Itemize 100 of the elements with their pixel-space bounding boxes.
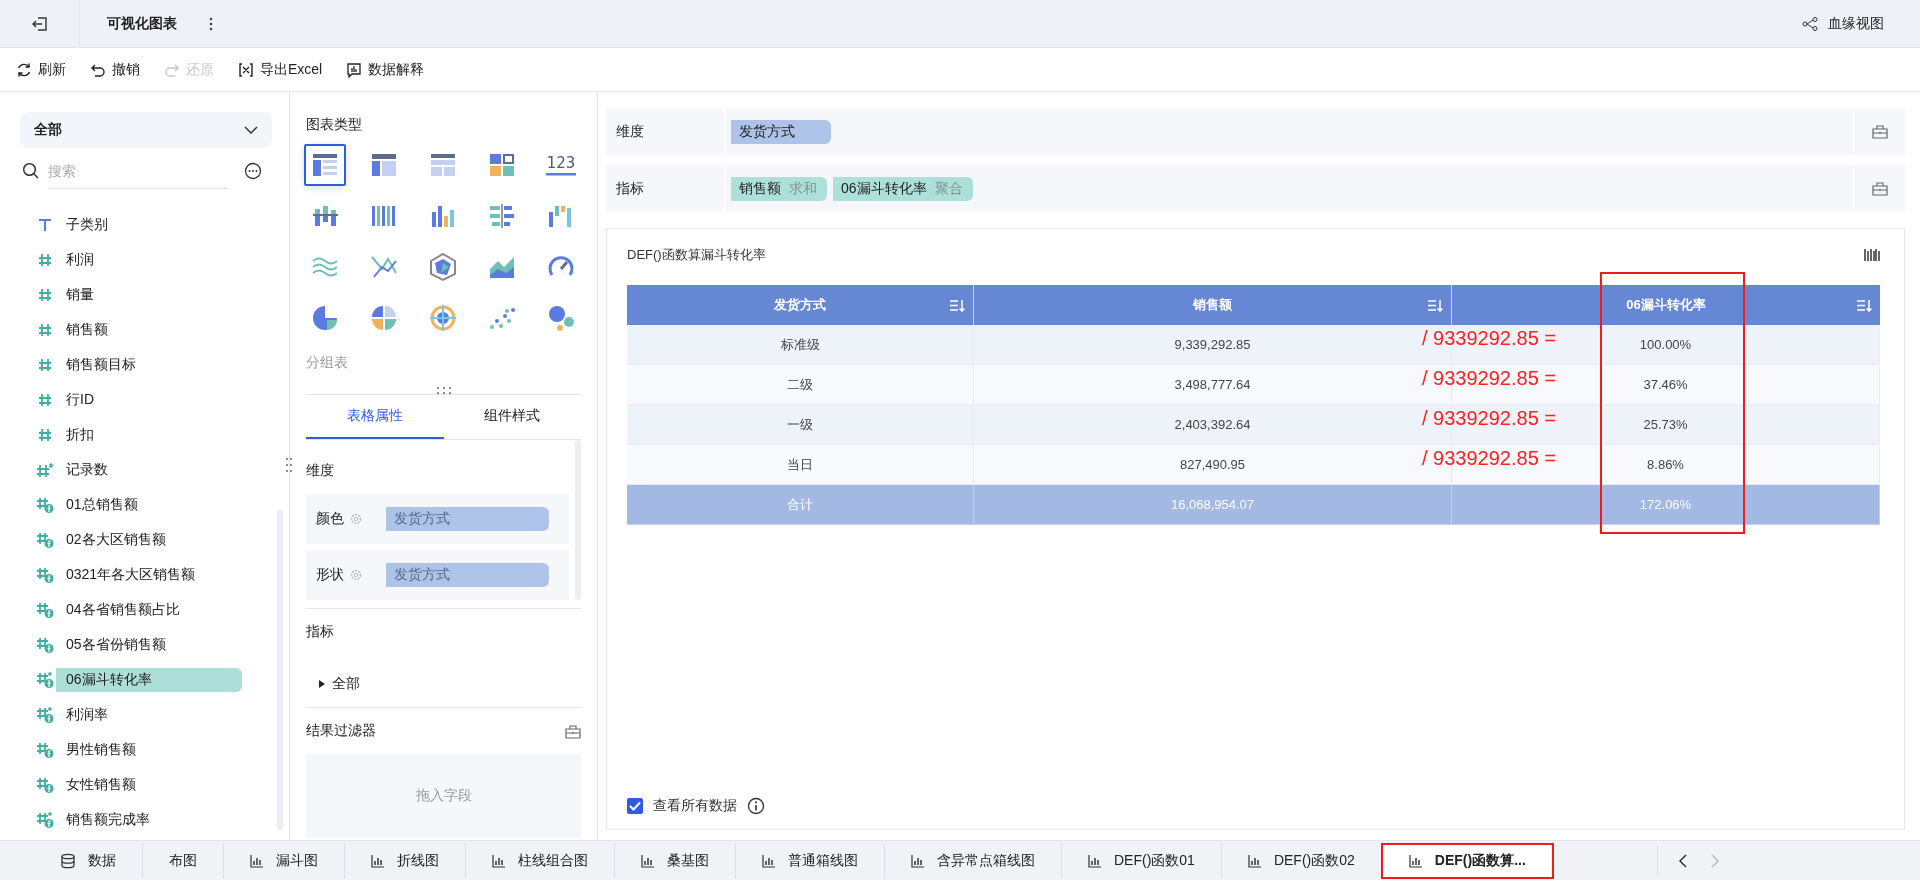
field-item[interactable]: 记录数 (56, 457, 242, 482)
more-options-icon[interactable] (244, 162, 262, 180)
field-item[interactable]: 男性销售额 (56, 737, 242, 762)
field-item[interactable]: 01总销售额 (56, 492, 242, 517)
toolbar-button[interactable]: 刷新 (16, 60, 66, 79)
field-item[interactable]: 销售额目标 (56, 352, 242, 377)
annotation-text: / 9339292.85 = (1422, 327, 1556, 350)
number-field-icon (36, 427, 54, 442)
resize-handle-icon[interactable] (286, 457, 292, 473)
property-label: 形状 (316, 566, 345, 584)
field-item[interactable]: 销量 (56, 282, 242, 307)
calculated-field-icon (36, 531, 54, 548)
field-group-dropdown[interactable]: 全部 (20, 112, 272, 148)
field-item[interactable]: 子类别 (56, 212, 242, 237)
field-chip[interactable]: 06漏斗转化率 聚合 (833, 176, 973, 201)
calculated-field-icon (36, 496, 54, 513)
previous-icon[interactable] (1678, 853, 1688, 868)
calculated-field-icon (36, 776, 54, 793)
sort-icon[interactable] (949, 298, 965, 312)
sheet-tab[interactable]: 含异常点箱线图 (884, 842, 1061, 879)
field-item[interactable]: 利润 (56, 247, 242, 272)
bar-chart-icon (250, 853, 264, 868)
shelf-label: 指标 (606, 165, 726, 212)
field-item[interactable]: 05各省份销售额 (56, 632, 242, 657)
field-item[interactable]: 行ID (56, 387, 242, 412)
bar-chart-icon (1088, 853, 1102, 868)
sheet-tab[interactable]: DEF()函数02 (1220, 842, 1381, 879)
exit-icon[interactable] (30, 14, 49, 33)
field-item[interactable]: 折扣 (56, 422, 242, 447)
sheet-tab[interactable]: 桑基图 (614, 842, 735, 879)
chart-type-option[interactable] (304, 144, 346, 186)
search-icon (22, 162, 40, 180)
sheet-tab[interactable]: DEF()函数算... (1380, 842, 1554, 879)
aggregate-calculated-field-icon (36, 671, 54, 688)
sheet-tab[interactable]: DEF()函数01 (1061, 842, 1221, 879)
target-icon (427, 302, 459, 334)
refresh-icon (16, 61, 32, 78)
bar-chart-icon (371, 853, 385, 868)
calculated-field-icon (36, 636, 54, 653)
info-icon[interactable] (747, 797, 765, 815)
bar-chart-icon (762, 853, 776, 868)
bar-chart-icon (911, 853, 925, 868)
property-tab[interactable]: 组件样式 (443, 395, 581, 439)
checkbox[interactable] (627, 798, 643, 814)
number-field-icon (36, 322, 54, 337)
field-item[interactable]: 女性销售额 (56, 772, 242, 797)
sheet-tab[interactable]: 漏斗图 (223, 842, 344, 879)
field-item[interactable]: 04各省销售额占比 (56, 597, 242, 622)
bar-chart-icon (641, 853, 655, 868)
bar-chart-icon (1408, 853, 1423, 868)
aggregate-calculated-field-icon (36, 811, 54, 828)
lineage-view-button[interactable]: 血缘视图 (1802, 14, 1884, 33)
number-field-icon (36, 252, 54, 267)
chart-comment-icon (346, 61, 363, 78)
annotation-text: / 9339292.85 = (1422, 407, 1556, 430)
sort-icon[interactable] (1427, 298, 1443, 312)
aggregate-calculated-field-icon (36, 706, 54, 723)
toolbox-icon[interactable] (1872, 181, 1888, 196)
more-icon[interactable] (209, 16, 213, 31)
total-cell: 16,068,954.07 (974, 485, 1452, 525)
section-title: 指标 (306, 623, 335, 641)
toolbar-button[interactable]: 撤销 (90, 60, 140, 79)
database-icon (60, 852, 76, 869)
field-item[interactable]: 销售额完成率 (56, 807, 242, 832)
property-tab[interactable]: 表格属性 (306, 395, 444, 439)
sheet-tab[interactable]: 普通箱线图 (735, 842, 884, 879)
barcode-chart-icon[interactable] (1864, 248, 1880, 262)
number-field-icon (36, 357, 54, 372)
field-chip[interactable]: 销售额 求和 (731, 176, 827, 201)
tree-node[interactable]: 全部 (306, 675, 581, 693)
number-field-icon (36, 287, 54, 302)
bar-chart-icon (1247, 853, 1262, 868)
field-item[interactable]: 销售额 (56, 317, 242, 342)
triangle-icon (318, 679, 326, 689)
lineage-icon (1802, 16, 1818, 31)
field-item[interactable]: 利润率 (56, 702, 242, 727)
toolbox-icon[interactable] (565, 723, 581, 739)
section-title: 结果过滤器 (306, 722, 376, 740)
sort-icon[interactable] (1856, 298, 1872, 312)
annotation-text: / 9339292.85 = (1422, 447, 1556, 470)
checkmark-icon (629, 801, 641, 811)
chart-type-name: 分组表 (306, 354, 349, 372)
sheet-tab[interactable]: 数据 (40, 842, 142, 879)
toolbar-button[interactable]: 导出Excel (238, 60, 323, 79)
field-item[interactable]: 02各大区销售额 (56, 527, 242, 552)
field-item[interactable]: 06漏斗转化率 (56, 667, 242, 692)
field-chip[interactable]: 发货方式 (731, 119, 831, 144)
toolbox-icon[interactable] (1872, 124, 1888, 139)
count-field-icon (36, 461, 54, 478)
field-item[interactable]: 0321年各大区销售额 (56, 562, 242, 587)
resize-handle-icon[interactable] (435, 386, 452, 394)
sheet-tab[interactable]: 布图 (142, 842, 223, 879)
text-field-icon (36, 217, 54, 232)
scrollbar[interactable] (575, 440, 581, 600)
toolbar-button[interactable]: 数据解释 (346, 60, 425, 79)
sheet-tab[interactable]: 柱线组合图 (465, 842, 614, 879)
search-field[interactable]: 搜索 (48, 153, 228, 189)
checkbox-label[interactable]: 查看所有数据 (653, 797, 737, 815)
sheet-tab[interactable]: 折线图 (344, 842, 465, 879)
section-title: 图表类型 (306, 116, 363, 134)
